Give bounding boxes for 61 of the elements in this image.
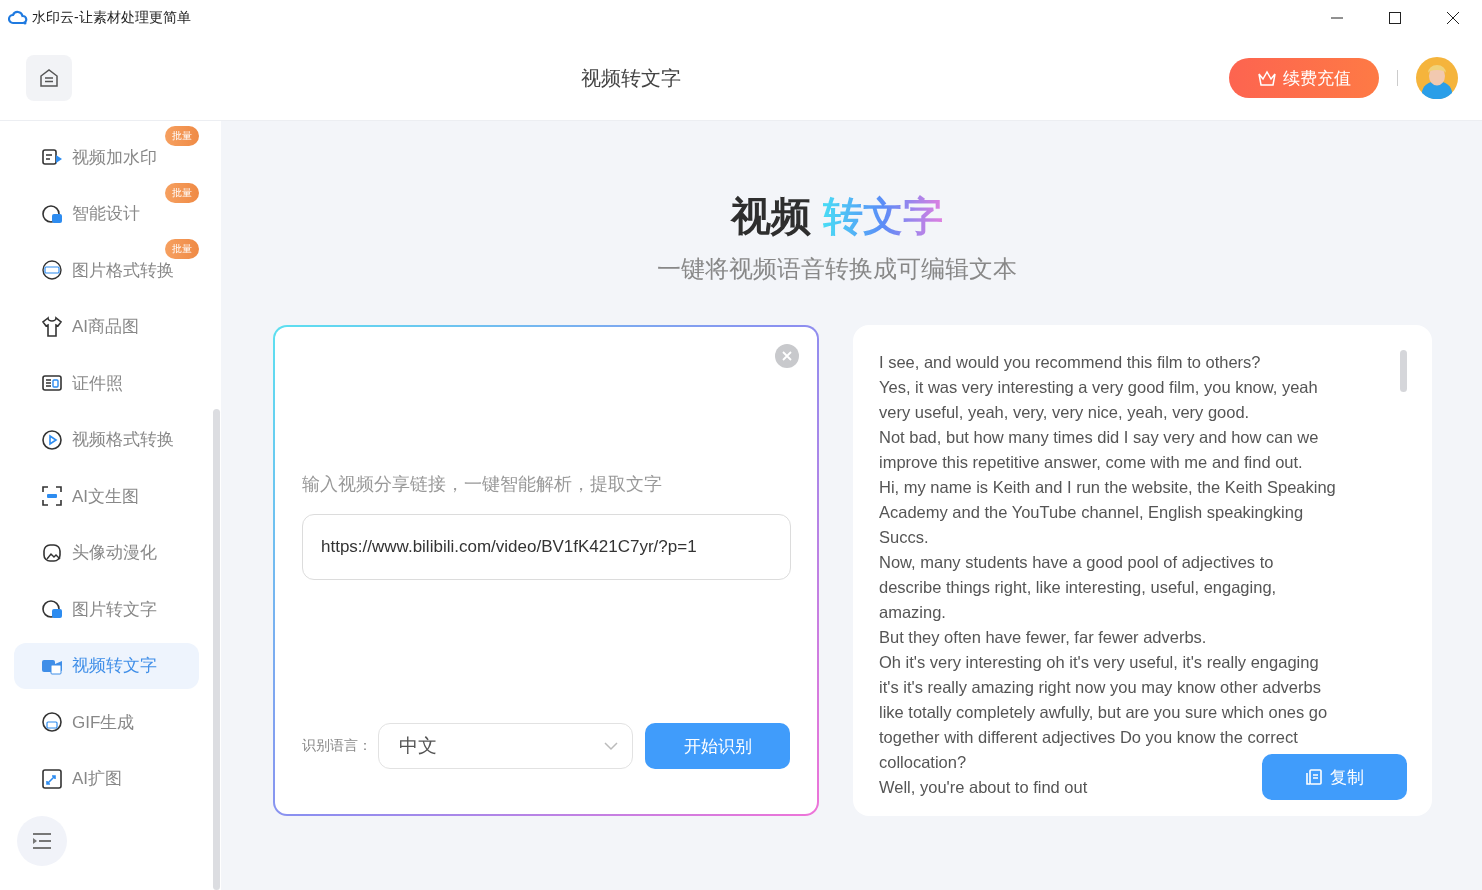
sidebar-item[interactable]: 图片转文字 (14, 586, 199, 632)
shirt-icon (41, 315, 63, 338)
recharge-button[interactable]: 续费充值 (1229, 58, 1379, 98)
transcript-line: improve this repetitive answer, come with me and find out. (879, 452, 1303, 473)
prompt-text: 输入视频分享链接，一键智能解析，提取文字 (302, 473, 663, 496)
transcript-line: together with different adjectives Do you know the correct (879, 727, 1298, 748)
copy-button[interactable]: 复制 (1262, 754, 1407, 800)
cloud-icon (8, 10, 28, 26)
transcript-line: Yes, it was very interesting a very good film, you know, yeah (879, 377, 1318, 398)
crown-icon (1257, 69, 1277, 87)
transcript-line: I see, and would you recommend this film to others? (879, 352, 1261, 373)
sidebar-item[interactable]: 证件照 (14, 360, 199, 406)
transcript-line: Now, many students have a good pool of adjectives to (879, 552, 1274, 573)
collapse-menu-button[interactable] (17, 816, 67, 866)
play-icon (41, 428, 63, 451)
sidebar-item[interactable]: AI扩图 (14, 755, 199, 802)
scan-icon (41, 485, 63, 507)
transcript-line: collocation? (879, 752, 967, 773)
transcript-line: Succs. (879, 527, 929, 548)
transcript-line: Academy and the YouTube channel, English speakingking (879, 502, 1304, 523)
scrollbar[interactable] (213, 409, 220, 890)
id-card-icon (41, 372, 63, 394)
start-button[interactable]: 开始识别 (645, 723, 790, 769)
transcript-line: But they often have fewer, far fewer adverbs. (879, 627, 1207, 648)
home-button[interactable] (26, 55, 72, 101)
batch-badge: 批量 (165, 126, 199, 146)
transcript-line: Hi, my name is Keith and I run the website, the Keith Speaking (879, 477, 1336, 498)
hero-title: 视频 (730, 193, 811, 240)
home-icon (39, 68, 59, 88)
caret-icon (604, 741, 619, 751)
batch-badge: 批量 (165, 182, 199, 203)
language-dropdown[interactable]: 中文 (377, 723, 634, 769)
transcript-line: Not bad, but how many times did I say very and how can we (879, 427, 1319, 448)
expand-icon (41, 767, 63, 790)
language-label: 识别语言： (302, 737, 373, 755)
transcript-line: Oh it's very interesting oh it's very useful, it's really engaging (879, 652, 1319, 673)
close-icon (1447, 12, 1459, 24)
video-icon (41, 146, 63, 168)
menu-icon (32, 833, 52, 849)
sidebar-item[interactable]: 视频格式转换 (14, 416, 199, 463)
url-input-field[interactable]: https://www.bilibili.com/video/BV1fK421C7yr/?p=1 (302, 514, 791, 580)
transcript-line: very useful, yeah, very, very nice, yeah, very good. (879, 402, 1250, 423)
batch-badge: 批量 (165, 239, 199, 259)
sidebar-item[interactable]: 头像动漫化 (14, 529, 199, 576)
maximize-icon (1389, 12, 1401, 24)
clear-icon[interactable] (775, 344, 799, 368)
sidebar-item[interactable]: GIF生成 (14, 699, 199, 745)
transcript-line: amazing. (879, 602, 946, 623)
transcript-line: Well, you're about to find out (879, 777, 1088, 798)
transcript-line: like totally completely awfully, but are you sure which ones go (879, 702, 1328, 723)
sidebar-item[interactable]: 视频转文字 (14, 642, 199, 689)
transcript-line: describe things right, like interesting, useful, engaging, (879, 577, 1277, 598)
hero-subtitle: 一键将视频语音转换成可编辑文本 (656, 254, 1017, 284)
window-title: 水印云-让素材处理更简单 (32, 9, 192, 27)
transcript-line: it's it's really amazing right now you may know other adverbs (879, 677, 1321, 698)
sidebar-item[interactable]: AI文生图 (14, 473, 199, 519)
page-title: 视频转文字 (579, 65, 682, 91)
scrollbar-thumb[interactable] (1400, 350, 1407, 392)
copy-icon (1305, 769, 1322, 785)
avatar[interactable] (1416, 57, 1458, 99)
sidebar-item[interactable]: AI商品图 (14, 303, 199, 350)
